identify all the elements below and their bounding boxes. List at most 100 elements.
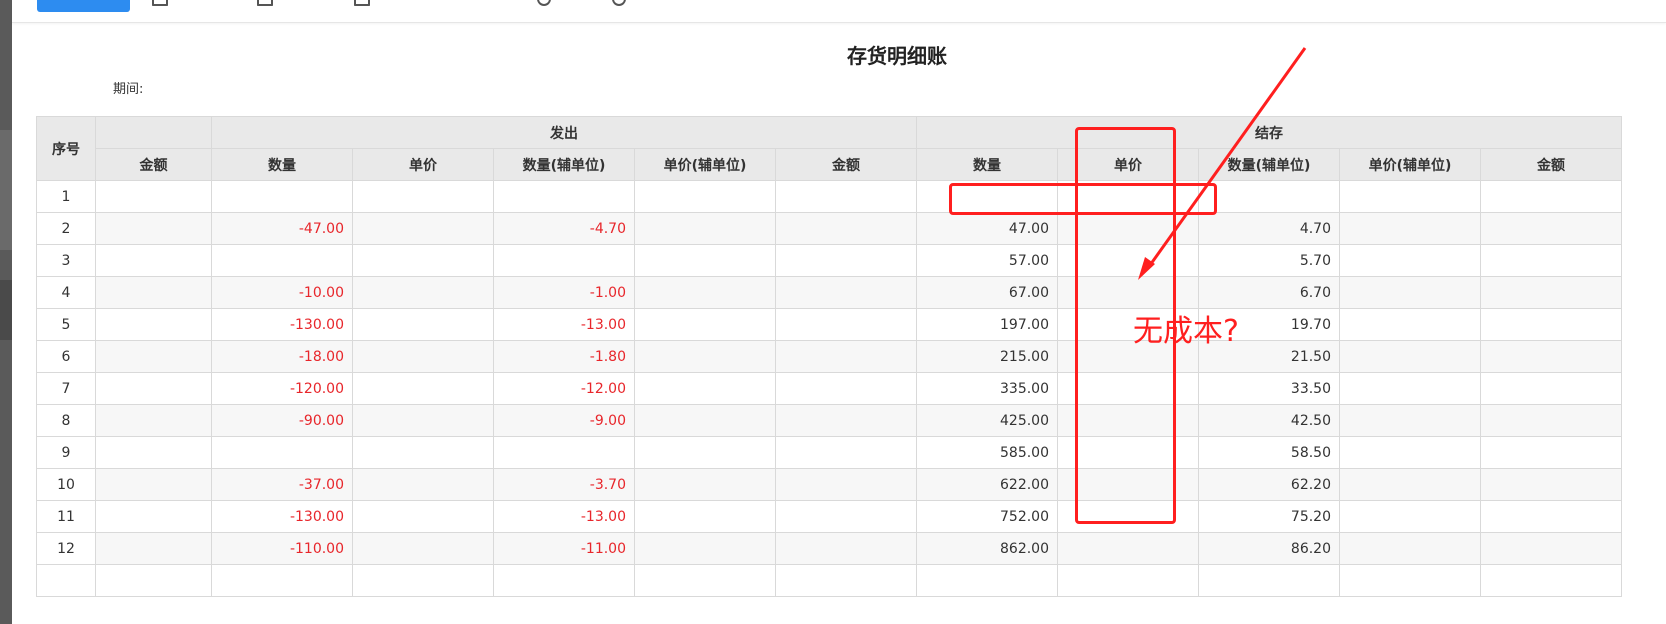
table-cell-issue-qty[interactable]: -90.00 [211,404,353,437]
table-cell-bal-qty[interactable]: 215.00 [916,340,1058,373]
table-cell-issue-qty[interactable]: -130.00 [211,308,353,341]
column-header[interactable]: 数量 [211,148,353,181]
table-cell-bal-qty[interactable]: 752.00 [916,500,1058,533]
table-row[interactable]: 7 -120.00 -12.00 335.00 33.50 [36,372,1622,405]
export-icon[interactable] [257,0,273,6]
table-cell-seq[interactable]: 5 [36,308,96,341]
table-cell[interactable] [634,276,776,309]
table-cell[interactable] [1339,372,1481,405]
table-row[interactable]: 1 [36,180,1622,213]
table-cell[interactable] [775,468,917,501]
table-cell-bal-aux-qty[interactable]: 86.20 [1198,532,1340,565]
table-cell-bal-qty[interactable]: 197.00 [916,308,1058,341]
table-cell-issue-aux-qty[interactable] [493,180,635,213]
table-cell[interactable] [95,372,212,405]
table-row[interactable]: 12 -110.00 -11.00 862.00 86.20 [36,532,1622,565]
table-cell[interactable] [352,308,494,341]
table-cell-seq[interactable]: 7 [36,372,96,405]
table-row[interactable]: 11 -130.00 -13.00 752.00 75.20 [36,500,1622,533]
table-cell-bal-aux-qty[interactable] [1198,180,1340,213]
table-cell[interactable] [1480,308,1622,341]
table-row[interactable] [36,564,1622,597]
table-cell[interactable] [775,340,917,373]
table-cell-issue-qty[interactable]: -110.00 [211,532,353,565]
table-cell[interactable] [634,564,776,597]
table-cell-issue-qty[interactable] [211,180,353,213]
table-cell[interactable] [352,436,494,469]
table-cell[interactable] [95,564,212,597]
table-cell-bal-aux-qty[interactable]: 75.20 [1198,500,1340,533]
table-cell[interactable] [1480,436,1622,469]
table-cell-issue-qty[interactable]: -120.00 [211,372,353,405]
table-cell[interactable] [1480,244,1622,277]
table-cell[interactable] [634,308,776,341]
column-header[interactable]: 单价 [352,148,494,181]
table-cell[interactable] [634,180,776,213]
table-cell[interactable] [1480,404,1622,437]
table-cell-issue-aux-qty[interactable]: -3.70 [493,468,635,501]
document-icon[interactable] [152,0,168,6]
column-header[interactable]: 数量 [916,148,1058,181]
print-icon[interactable] [354,0,370,6]
table-cell-seq[interactable]: 1 [36,180,96,213]
table-cell-seq[interactable]: 9 [36,436,96,469]
table-cell-seq[interactable]: 11 [36,500,96,533]
table-cell-issue-qty[interactable] [211,436,353,469]
table-cell-issue-qty[interactable] [211,564,353,597]
table-cell[interactable] [634,212,776,245]
table-cell[interactable] [1057,532,1199,565]
table-cell-issue-qty[interactable]: -10.00 [211,276,353,309]
table-cell[interactable] [95,532,212,565]
column-header[interactable]: 金额 [775,148,917,181]
table-cell-bal-aux-qty[interactable]: 5.70 [1198,244,1340,277]
table-cell[interactable] [1480,468,1622,501]
table-cell[interactable] [1480,372,1622,405]
table-cell-bal-aux-qty[interactable]: 6.70 [1198,276,1340,309]
table-cell-issue-aux-qty[interactable] [493,436,635,469]
table-cell[interactable] [95,436,212,469]
table-cell-bal-aux-qty[interactable]: 58.50 [1198,436,1340,469]
table-cell[interactable] [1339,564,1481,597]
table-cell[interactable] [634,244,776,277]
table-cell[interactable] [1480,276,1622,309]
table-cell[interactable] [352,340,494,373]
table-cell-bal-qty[interactable]: 862.00 [916,532,1058,565]
table-cell[interactable] [95,244,212,277]
table-cell-issue-aux-qty[interactable] [493,244,635,277]
table-cell[interactable] [95,404,212,437]
table-cell[interactable] [1057,564,1199,597]
table-cell-bal-qty[interactable]: 67.00 [916,276,1058,309]
table-cell[interactable] [1339,404,1481,437]
table-cell-bal-aux-qty[interactable]: 33.50 [1198,372,1340,405]
table-cell[interactable] [1339,532,1481,565]
table-cell[interactable] [352,564,494,597]
table-cell[interactable] [1480,212,1622,245]
table-cell-bal-qty[interactable]: 425.00 [916,404,1058,437]
table-cell[interactable] [352,180,494,213]
table-cell[interactable] [1339,212,1481,245]
table-cell[interactable] [352,244,494,277]
table-cell-seq[interactable] [36,564,96,597]
table-cell-bal-qty[interactable]: 622.00 [916,468,1058,501]
table-cell-seq[interactable]: 10 [36,468,96,501]
table-cell[interactable] [352,404,494,437]
table-cell-issue-aux-qty[interactable]: -13.00 [493,500,635,533]
refresh-icon[interactable] [537,0,551,6]
table-cell[interactable] [775,500,917,533]
table-cell[interactable] [775,180,917,213]
table-cell[interactable] [95,500,212,533]
table-cell[interactable] [775,276,917,309]
table-cell[interactable] [634,372,776,405]
table-cell-bal-qty[interactable]: 47.00 [916,212,1058,245]
table-cell[interactable] [1339,436,1481,469]
table-cell-issue-qty[interactable] [211,244,353,277]
table-cell-issue-aux-qty[interactable]: -12.00 [493,372,635,405]
table-cell[interactable] [775,436,917,469]
table-cell-issue-qty[interactable]: -47.00 [211,212,353,245]
table-cell-issue-qty[interactable]: -130.00 [211,500,353,533]
table-cell-bal-qty[interactable]: 57.00 [916,244,1058,277]
table-cell[interactable] [95,212,212,245]
table-cell-seq[interactable]: 2 [36,212,96,245]
table-cell[interactable] [775,404,917,437]
table-cell-issue-aux-qty[interactable]: -1.00 [493,276,635,309]
